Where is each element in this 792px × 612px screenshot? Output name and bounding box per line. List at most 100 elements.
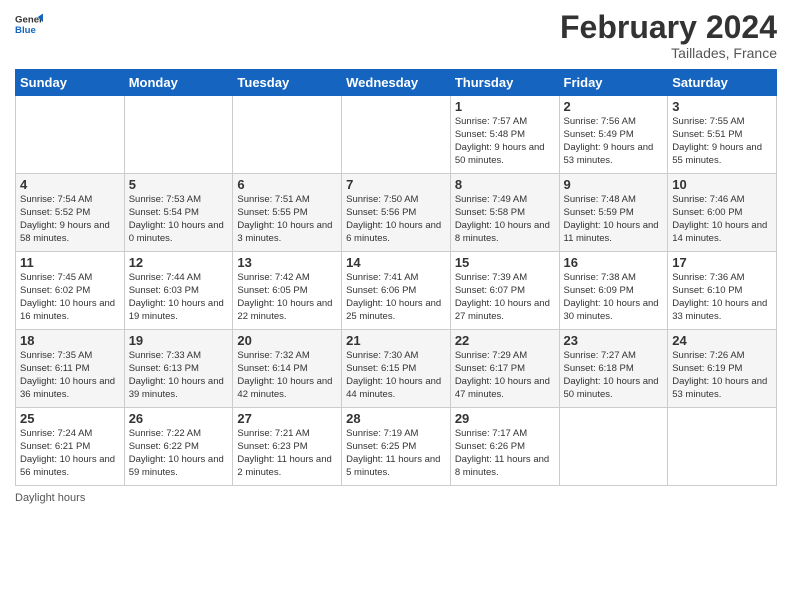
day-cell: 24Sunrise: 7:26 AM Sunset: 6:19 PM Dayli… xyxy=(668,330,777,408)
day-number: 29 xyxy=(455,411,555,426)
day-number: 5 xyxy=(129,177,229,192)
day-cell: 29 Sunrise: 7:17 AM Sunset: 6:26 PM Dayli… xyxy=(450,408,559,486)
day-info: Sunrise: 7:57 AM Sunset: 5:48 PM Dayligh… xyxy=(455,116,555,167)
day-info: Sunrise: 7:24 AM Sunset: 6:21 PM Dayligh… xyxy=(20,428,120,479)
day-cell: 6Sunrise: 7:51 AM Sunset: 5:55 PM Daylig… xyxy=(233,174,342,252)
header-cell-wednesday: Wednesday xyxy=(342,70,451,96)
day-number: 7 xyxy=(346,177,446,192)
week-row-2: 11 Sunrise: 7:45 AM Sunset: 6:02 PM Dayli… xyxy=(16,252,777,330)
day-info: Sunrise: 7:26 AM Sunset: 6:19 PM Dayligh… xyxy=(672,350,772,401)
header-cell-sunday: Sunday xyxy=(16,70,125,96)
day-cell: 2 Sunrise: 7:56 AM Sunset: 5:49 PM Daylig… xyxy=(559,96,668,174)
day-number: 28 xyxy=(346,411,446,426)
day-cell: 21Sunrise: 7:30 AM Sunset: 6:15 PM Dayli… xyxy=(342,330,451,408)
day-number: 4 xyxy=(20,177,120,192)
day-cell xyxy=(559,408,668,486)
day-info: Sunrise: 7:56 AM Sunset: 5:49 PM Dayligh… xyxy=(564,116,664,167)
header-cell-friday: Friday xyxy=(559,70,668,96)
day-number: 17 xyxy=(672,255,772,270)
day-cell xyxy=(668,408,777,486)
svg-text:Blue: Blue xyxy=(15,25,36,36)
day-number: 15 xyxy=(455,255,555,270)
day-number: 14 xyxy=(346,255,446,270)
day-info: Sunrise: 7:54 AM Sunset: 5:52 PM Dayligh… xyxy=(20,194,120,245)
day-cell: 23 Sunrise: 7:27 AM Sunset: 6:18 PM Dayli… xyxy=(559,330,668,408)
day-cell: 12 Sunrise: 7:44 AM Sunset: 6:03 PM Dayli… xyxy=(124,252,233,330)
day-info: Sunrise: 7:35 AM Sunset: 6:11 PM Dayligh… xyxy=(20,350,120,401)
logo: General Blue xyxy=(15,10,43,38)
week-row-3: 18 Sunrise: 7:35 AM Sunset: 6:11 PM Dayli… xyxy=(16,330,777,408)
day-number: 16 xyxy=(564,255,664,270)
day-cell: 17 Sunrise: 7:36 AM Sunset: 6:10 PM Dayli… xyxy=(668,252,777,330)
day-number: 11 xyxy=(20,255,120,270)
day-info: Sunrise: 7:50 AM Sunset: 5:56 PM Dayligh… xyxy=(346,194,446,245)
day-info: Sunrise: 7:45 AM Sunset: 6:02 PM Dayligh… xyxy=(20,272,120,323)
day-info: Sunrise: 7:46 AM Sunset: 6:00 PM Dayligh… xyxy=(672,194,772,245)
day-cell: 3 Sunrise: 7:55 AM Sunset: 5:51 PM Daylig… xyxy=(668,96,777,174)
day-info: Sunrise: 7:48 AM Sunset: 5:59 PM Dayligh… xyxy=(564,194,664,245)
day-number: 3 xyxy=(672,99,772,114)
day-cell: 8Sunrise: 7:49 AM Sunset: 5:58 PM Daylig… xyxy=(450,174,559,252)
week-row-0: 1 Sunrise: 7:57 AM Sunset: 5:48 PM Daylig… xyxy=(16,96,777,174)
day-cell xyxy=(16,96,125,174)
day-cell xyxy=(233,96,342,174)
day-number: 13 xyxy=(237,255,337,270)
day-info: Sunrise: 7:42 AM Sunset: 6:05 PM Dayligh… xyxy=(237,272,337,323)
day-cell: 14 Sunrise: 7:41 AM Sunset: 6:06 PM Dayli… xyxy=(342,252,451,330)
day-cell: 15Sunrise: 7:39 AM Sunset: 6:07 PM Dayli… xyxy=(450,252,559,330)
calendar-body: 1 Sunrise: 7:57 AM Sunset: 5:48 PM Daylig… xyxy=(16,96,777,486)
day-info: Sunrise: 7:41 AM Sunset: 6:06 PM Dayligh… xyxy=(346,272,446,323)
header-cell-saturday: Saturday xyxy=(668,70,777,96)
day-number: 1 xyxy=(455,99,555,114)
day-info: Sunrise: 7:30 AM Sunset: 6:15 PM Dayligh… xyxy=(346,350,446,401)
calendar-header: SundayMondayTuesdayWednesdayThursdayFrid… xyxy=(16,70,777,96)
day-cell: 28 Sunrise: 7:19 AM Sunset: 6:25 PM Dayli… xyxy=(342,408,451,486)
day-info: Sunrise: 7:32 AM Sunset: 6:14 PM Dayligh… xyxy=(237,350,337,401)
day-info: Sunrise: 7:51 AM Sunset: 5:55 PM Dayligh… xyxy=(237,194,337,245)
day-cell: 16Sunrise: 7:38 AM Sunset: 6:09 PM Dayli… xyxy=(559,252,668,330)
day-info: Sunrise: 7:53 AM Sunset: 5:54 PM Dayligh… xyxy=(129,194,229,245)
day-number: 20 xyxy=(237,333,337,348)
day-number: 19 xyxy=(129,333,229,348)
header-row: SundayMondayTuesdayWednesdayThursdayFrid… xyxy=(16,70,777,96)
day-info: Sunrise: 7:19 AM Sunset: 6:25 PM Dayligh… xyxy=(346,428,446,479)
day-cell: 27 Sunrise: 7:21 AM Sunset: 6:23 PM Dayli… xyxy=(233,408,342,486)
day-info: Sunrise: 7:44 AM Sunset: 6:03 PM Dayligh… xyxy=(129,272,229,323)
day-info: Sunrise: 7:17 AM Sunset: 6:26 PM Dayligh… xyxy=(455,428,555,479)
day-info: Sunrise: 7:33 AM Sunset: 6:13 PM Dayligh… xyxy=(129,350,229,401)
day-number: 12 xyxy=(129,255,229,270)
day-cell: 25 Sunrise: 7:24 AM Sunset: 6:21 PM Dayli… xyxy=(16,408,125,486)
day-info: Sunrise: 7:36 AM Sunset: 6:10 PM Dayligh… xyxy=(672,272,772,323)
day-cell xyxy=(342,96,451,174)
day-info: Sunrise: 7:49 AM Sunset: 5:58 PM Dayligh… xyxy=(455,194,555,245)
day-cell: 19 Sunrise: 7:33 AM Sunset: 6:13 PM Dayli… xyxy=(124,330,233,408)
day-cell: 5 Sunrise: 7:53 AM Sunset: 5:54 PM Daylig… xyxy=(124,174,233,252)
week-row-1: 4 Sunrise: 7:54 AM Sunset: 5:52 PM Daylig… xyxy=(16,174,777,252)
header-cell-thursday: Thursday xyxy=(450,70,559,96)
day-cell xyxy=(124,96,233,174)
day-info: Sunrise: 7:55 AM Sunset: 5:51 PM Dayligh… xyxy=(672,116,772,167)
day-number: 18 xyxy=(20,333,120,348)
footer: Daylight hours xyxy=(15,492,777,504)
month-title: February 2024 xyxy=(560,10,777,45)
header: General Blue February 2024 Taillades, Fr… xyxy=(15,10,777,61)
day-info: Sunrise: 7:29 AM Sunset: 6:17 PM Dayligh… xyxy=(455,350,555,401)
day-cell: 13 Sunrise: 7:42 AM Sunset: 6:05 PM Dayli… xyxy=(233,252,342,330)
day-cell: 11 Sunrise: 7:45 AM Sunset: 6:02 PM Dayli… xyxy=(16,252,125,330)
daylight-label: Daylight hours xyxy=(15,492,85,504)
svg-text:General: General xyxy=(15,14,43,25)
page: General Blue February 2024 Taillades, Fr… xyxy=(0,0,792,612)
day-number: 23 xyxy=(564,333,664,348)
day-cell: 4 Sunrise: 7:54 AM Sunset: 5:52 PM Daylig… xyxy=(16,174,125,252)
day-info: Sunrise: 7:21 AM Sunset: 6:23 PM Dayligh… xyxy=(237,428,337,479)
day-info: Sunrise: 7:27 AM Sunset: 6:18 PM Dayligh… xyxy=(564,350,664,401)
day-number: 25 xyxy=(20,411,120,426)
day-cell: 18 Sunrise: 7:35 AM Sunset: 6:11 PM Dayli… xyxy=(16,330,125,408)
day-cell: 20 Sunrise: 7:32 AM Sunset: 6:14 PM Dayli… xyxy=(233,330,342,408)
day-number: 2 xyxy=(564,99,664,114)
header-cell-tuesday: Tuesday xyxy=(233,70,342,96)
day-number: 27 xyxy=(237,411,337,426)
location: Taillades, France xyxy=(560,45,777,61)
day-cell: 7 Sunrise: 7:50 AM Sunset: 5:56 PM Daylig… xyxy=(342,174,451,252)
day-info: Sunrise: 7:22 AM Sunset: 6:22 PM Dayligh… xyxy=(129,428,229,479)
